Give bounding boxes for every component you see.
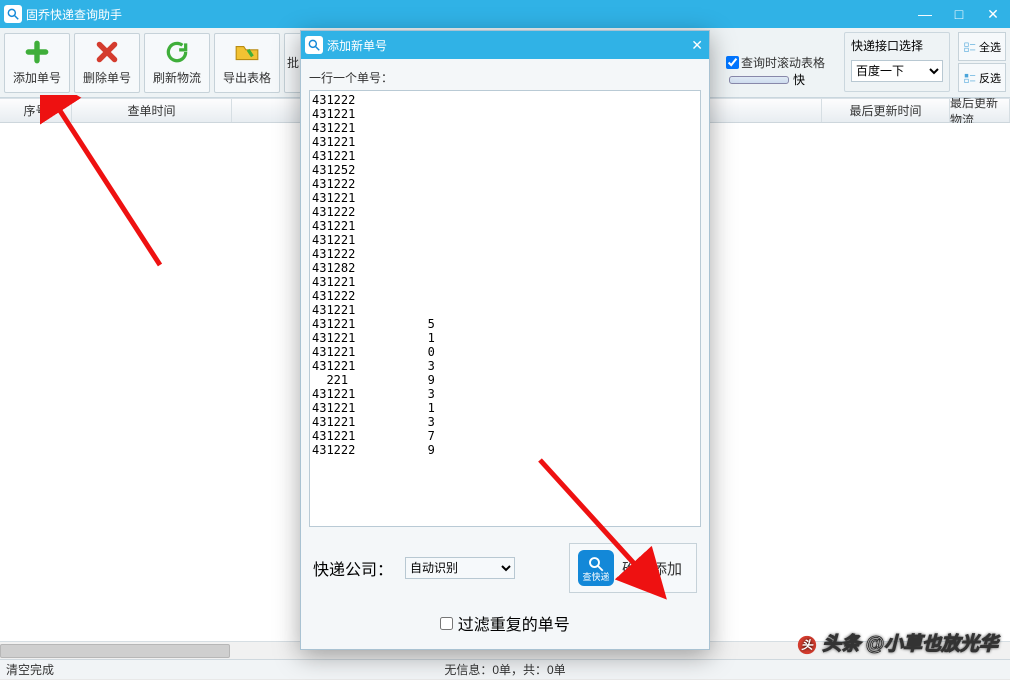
folder-icon [234,39,260,65]
dialog-hint: 一行一个单号： [309,69,701,86]
filter-label: 过滤重复的单号 [458,617,570,634]
invert-label: 反选 [979,70,1001,86]
main-titlebar: 固乔快递查询助手 — □ ✕ [0,0,1010,28]
export-button[interactable]: 导出表格 [214,33,280,93]
confirm-add-button[interactable]: 查快递 确定添加 [569,543,697,593]
plus-icon [24,39,50,65]
add-tracking-label: 添加单号 [13,69,61,86]
minimize-button[interactable]: — [908,0,942,28]
company-label: 快递公司： [313,556,393,580]
filter-duplicate-checkbox[interactable]: 过滤重复的单号 [440,611,569,635]
delete-tracking-label: 删除单号 [83,69,131,86]
dialog-titlebar: 添加新单号 ✕ [301,31,709,59]
delete-tracking-button[interactable]: 删除单号 [74,33,140,93]
select-all-button[interactable]: 全选 [958,32,1006,61]
dialog-footer: 快递公司： 自动识别 查快递 确定添加 过滤重复的单号 [301,531,709,649]
status-left: 清空完成 [6,661,54,678]
refresh-icon [164,39,190,65]
dialog-title: 添加新单号 [327,37,387,54]
watermark-text: 头条 @小草也放光华 [822,634,998,655]
col-query-time[interactable]: 查单时间 [72,99,232,122]
col-last-update[interactable]: 最后更新时间 [822,99,950,122]
check-list-icon [963,40,977,54]
col-last-info[interactable]: 最后更新物流 [950,99,1010,122]
dialog-close-button[interactable]: ✕ [691,37,703,54]
window-title: 固乔快递查询助手 [26,6,122,23]
watermark: 头 头条 @小草也放光华 [797,629,998,656]
status-center: 无信息：0单，共：0单 [444,661,565,678]
headline-icon: 头 [797,635,817,655]
invert-icon [963,71,977,85]
add-tracking-button[interactable]: 添加单号 [4,33,70,93]
magnifier-icon [307,38,321,52]
interface-select[interactable]: 百度一下 [851,60,943,82]
refresh-button[interactable]: 刷新物流 [144,33,210,93]
tracking-number-textarea[interactable] [309,90,701,527]
speed-slider[interactable] [729,76,789,84]
close-button[interactable]: ✕ [976,0,1010,28]
status-bar: 清空完成 无信息：0单，共：0单 [0,659,1010,679]
export-label: 导出表格 [223,69,271,86]
magnifier-icon [6,7,20,21]
add-tracking-dialog: 添加新单号 ✕ 一行一个单号： 快递公司： 自动识别 查快递 确定添加 过滤重复… [300,30,710,650]
filter-checkbox-input[interactable] [440,617,453,630]
interface-group-label: 快递接口选择 [851,39,923,53]
select-all-label: 全选 [979,39,1001,55]
scroll-checkbox-input[interactable] [726,56,739,69]
company-select[interactable]: 自动识别 [405,557,515,579]
search-badge-icon: 查快递 [578,550,614,586]
badge-text: 查快递 [582,573,609,582]
scrollbar-thumb[interactable] [0,644,230,658]
svg-text:头: 头 [801,639,814,652]
maximize-button[interactable]: □ [942,0,976,28]
col-seq[interactable]: 序号 [0,99,72,122]
x-icon [94,39,120,65]
scroll-table-checkbox[interactable]: 查询时滚动表格 [726,54,825,71]
dialog-logo [305,36,323,54]
batch-label: 批 [287,54,299,71]
speed-label: 快 [793,71,805,88]
scroll-checkbox-label: 查询时滚动表格 [741,54,825,71]
confirm-label: 确定添加 [622,558,682,579]
app-logo [4,5,22,23]
refresh-label: 刷新物流 [153,69,201,86]
interface-group: 快递接口选择 百度一下 [844,32,950,92]
invert-selection-button[interactable]: 反选 [958,63,1006,92]
